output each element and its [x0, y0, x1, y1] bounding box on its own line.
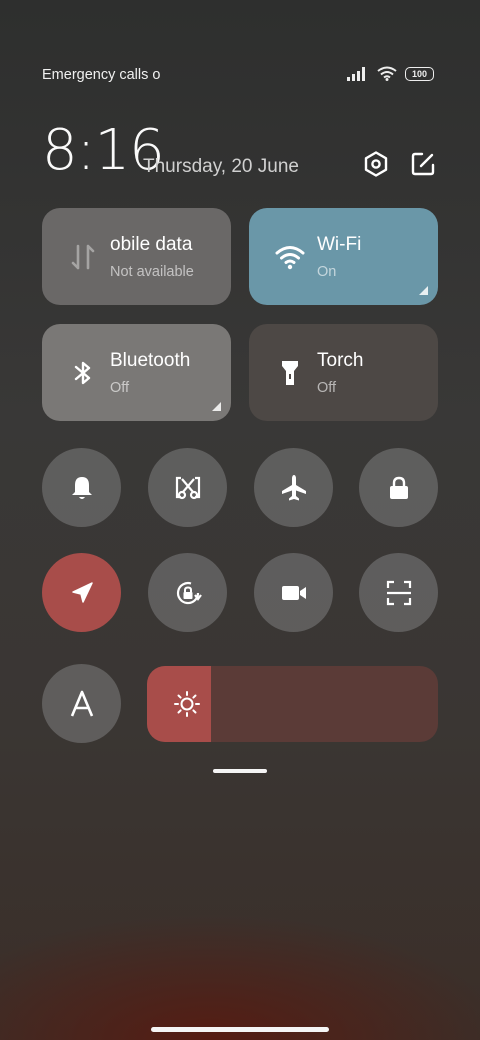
bluetooth-tile[interactable]: Bluetooth Off	[42, 324, 231, 421]
torch-icon	[282, 361, 298, 385]
silent-toggle[interactable]	[42, 448, 121, 527]
torch-tile[interactable]: Torch Off	[249, 324, 438, 421]
mobile-data-tile[interactable]: obile data Not available	[42, 208, 231, 305]
location-arrow-icon	[71, 581, 93, 603]
wifi-label: Wi-Fi	[317, 234, 362, 255]
screen-recorder-toggle[interactable]	[254, 553, 333, 632]
rotation-lock-toggle[interactable]	[148, 553, 227, 632]
torch-label: Torch	[317, 350, 364, 371]
wifi-status-icon	[377, 66, 397, 81]
scanner-toggle[interactable]	[359, 553, 438, 632]
signal-icon	[347, 66, 365, 81]
settings-hexagon-icon[interactable]	[362, 150, 390, 178]
bluetooth-status: Off	[110, 380, 130, 396]
wifi-icon	[275, 246, 305, 270]
sun-icon	[174, 691, 200, 717]
lock-icon	[389, 476, 408, 499]
location-toggle[interactable]	[42, 553, 121, 632]
mobile-data-status: Not available	[110, 264, 194, 280]
scissors-screenshot-icon	[175, 476, 200, 499]
mobile-data-label: obile data	[110, 234, 193, 255]
lock-screen-toggle[interactable]	[359, 448, 438, 527]
expand-corner-icon[interactable]	[212, 402, 221, 411]
battery-indicator: 100	[405, 66, 434, 81]
status-text: Emergency calls o	[42, 67, 161, 83]
wifi-tile[interactable]: Wi-Fi On	[249, 208, 438, 305]
bluetooth-label: Bluetooth	[110, 350, 191, 371]
letter-a-icon	[70, 690, 93, 716]
gesture-navigation-bar[interactable]	[151, 1027, 329, 1032]
drag-handle[interactable]	[213, 769, 267, 773]
edit-icon[interactable]	[409, 150, 437, 178]
bell-icon	[71, 476, 92, 499]
reading-mode-toggle[interactable]	[42, 664, 121, 743]
torch-status: Off	[317, 380, 337, 396]
rotation-lock-icon	[176, 581, 202, 604]
mobile-data-arrows-icon	[71, 244, 95, 270]
brightness-slider[interactable]	[147, 666, 438, 742]
airplane-icon	[281, 474, 306, 500]
airplane-toggle[interactable]	[254, 448, 333, 527]
video-camera-icon	[281, 585, 306, 600]
screenshot-toggle[interactable]	[148, 448, 227, 527]
scan-frame-icon	[386, 580, 411, 605]
date: Thursday, 20 June	[143, 156, 299, 177]
expand-corner-icon[interactable]	[419, 286, 428, 295]
bluetooth-icon	[74, 361, 91, 385]
wifi-status: On	[317, 264, 337, 280]
status-icons: 100	[347, 66, 434, 81]
